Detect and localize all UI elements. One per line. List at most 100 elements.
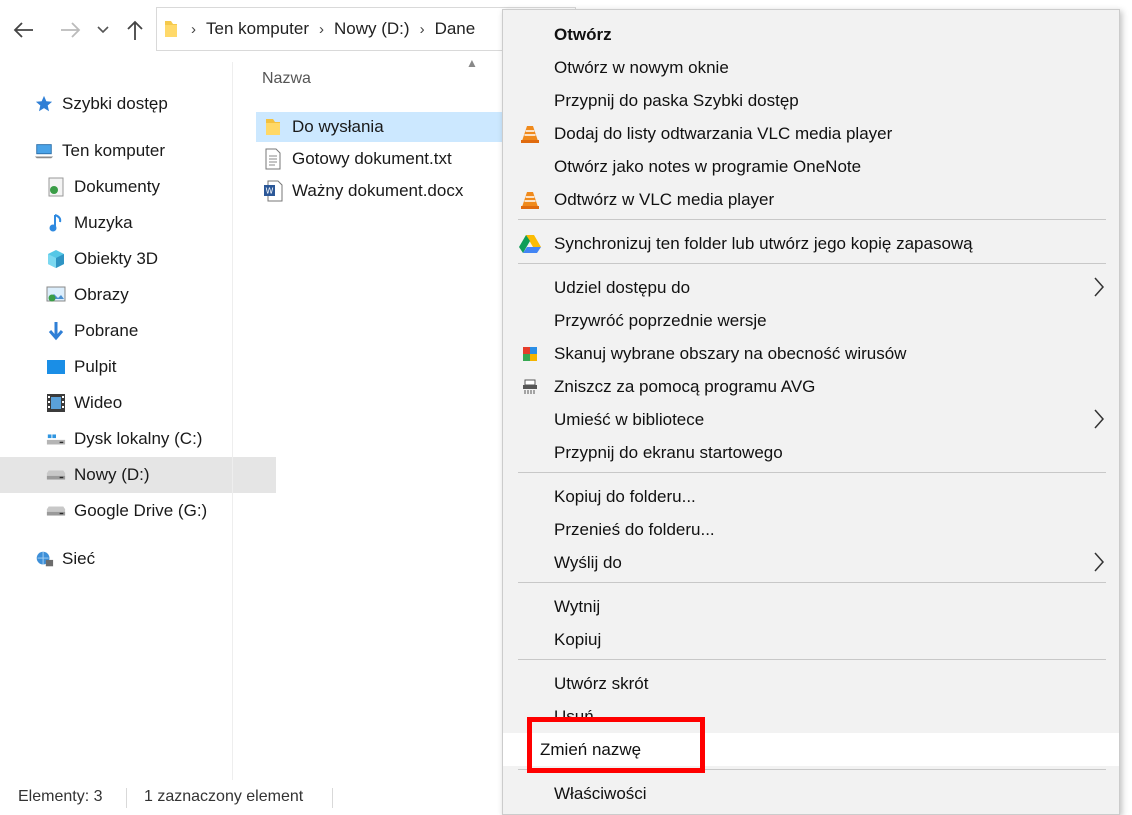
- menu-item-label: Synchronizuj ten folder lub utwórz jego …: [554, 233, 973, 253]
- menu-item-label: Właściwości: [554, 783, 647, 803]
- file-row[interactable]: Do wysłania: [256, 112, 506, 142]
- menu-item-label: Otwórz: [554, 24, 612, 44]
- menu-item-avg-shred[interactable]: Zniszcz za pomocą programu AVG: [503, 370, 1119, 403]
- documents-icon: [46, 177, 66, 197]
- menu-item-send-to[interactable]: Wyślij do: [503, 546, 1119, 579]
- word-file-icon: W: [262, 180, 284, 202]
- menu-item-label: Otwórz jako notes w programie OneNote: [554, 156, 862, 176]
- menu-item-delete[interactable]: Usuń: [503, 700, 1119, 733]
- forward-button[interactable]: [56, 16, 84, 44]
- menu-item-give-access[interactable]: Udziel dostępu do: [503, 271, 1119, 304]
- status-bar: Elementy: 3 1 zaznaczony element: [0, 784, 520, 814]
- nav-item-this-pc[interactable]: Ten komputer: [0, 133, 264, 169]
- star-icon: [34, 94, 54, 114]
- menu-item-label: Kopiuj do folderu...: [554, 486, 696, 506]
- menu-item-label: Kopiuj: [554, 629, 602, 649]
- nav-item-downloads[interactable]: Pobrane: [0, 313, 276, 349]
- google-drive-icon: [519, 233, 541, 255]
- downloads-icon: [46, 321, 66, 341]
- status-separator: [332, 788, 333, 808]
- chevron-right-icon: ›: [191, 20, 196, 38]
- menu-item-create-shortcut[interactable]: Utwórz skrót: [503, 667, 1119, 700]
- menu-item-pin-quick-access[interactable]: Przypnij do paska Szybki dostęp: [503, 84, 1119, 117]
- back-button[interactable]: [10, 16, 38, 44]
- chevron-right-icon: [1093, 551, 1105, 578]
- chevron-right-icon: ›: [319, 20, 324, 38]
- nav-item-label: Szybki dostęp: [62, 94, 168, 113]
- menu-separator: [518, 659, 1106, 660]
- menu-separator: [518, 769, 1106, 770]
- sort-ascending-icon: ▲: [466, 56, 478, 70]
- nav-item-drive-c[interactable]: Dysk lokalny (C:): [0, 421, 276, 457]
- nav-item-network[interactable]: Sieć: [0, 541, 264, 577]
- context-menu: Otwórz Otwórz w nowym oknie Przypnij do …: [502, 9, 1120, 815]
- nav-item-drive-d[interactable]: Nowy (D:): [0, 457, 276, 493]
- file-name: Gotowy dokument.txt: [292, 149, 452, 168]
- nav-item-label: Obiekty 3D: [74, 249, 159, 268]
- menu-item-pin-start[interactable]: Przypnij do ekranu startowego: [503, 436, 1119, 469]
- menu-item-label: Zmień nazwę: [540, 739, 642, 759]
- nav-item-label: Ten komputer: [62, 141, 165, 160]
- file-name: Do wysłania: [292, 117, 384, 136]
- navigation-pane: Szybki dostęp Ten komputer Dokumenty Muz…: [0, 62, 276, 772]
- pane-divider: [232, 62, 233, 780]
- status-separator: [126, 788, 127, 808]
- svg-text:W: W: [266, 187, 274, 196]
- status-items-count: Elementy: 3: [18, 788, 103, 805]
- nav-item-drive-g[interactable]: Google Drive (G:): [0, 493, 276, 529]
- menu-item-vlc-play[interactable]: Odtwórz w VLC media player: [503, 183, 1119, 216]
- nav-item-documents[interactable]: Dokumenty: [0, 169, 276, 205]
- nav-item-video[interactable]: Wideo: [0, 385, 276, 421]
- menu-separator: [518, 472, 1106, 473]
- vlc-icon: [519, 189, 541, 211]
- drive-icon: [46, 501, 66, 521]
- breadcrumb-item[interactable]: Ten komputer: [206, 19, 309, 39]
- drive-icon: [46, 465, 66, 485]
- menu-item-google-drive-sync[interactable]: Synchronizuj ten folder lub utwórz jego …: [503, 227, 1119, 260]
- up-button[interactable]: [121, 16, 149, 44]
- nav-item-pictures[interactable]: Obrazy: [0, 277, 276, 313]
- status-selected-count: 1 zaznaczony element: [144, 788, 304, 805]
- nav-item-desktop[interactable]: Pulpit: [0, 349, 276, 385]
- menu-item-restore-versions[interactable]: Przywróć poprzednie wersje: [503, 304, 1119, 337]
- menu-separator: [518, 263, 1106, 264]
- column-header-name[interactable]: Nazwa: [262, 70, 311, 88]
- nav-item-quick-access[interactable]: Szybki dostęp: [0, 86, 264, 122]
- breadcrumb: › Ten komputer › Nowy (D:) › Dane: [163, 8, 475, 50]
- desktop-icon: [46, 357, 66, 377]
- menu-item-label: Skanuj wybrane obszary na obecność wirus…: [554, 343, 907, 363]
- nav-item-music[interactable]: Muzyka: [0, 205, 276, 241]
- menu-item-label: Zniszcz za pomocą programu AVG: [554, 376, 816, 396]
- menu-item-rename[interactable]: Zmień nazwę: [503, 733, 1119, 766]
- breadcrumb-item[interactable]: Dane: [435, 19, 476, 39]
- menu-item-avg-scan[interactable]: Skanuj wybrane obszary na obecność wirus…: [503, 337, 1119, 370]
- menu-item-open[interactable]: Otwórz: [503, 18, 1119, 51]
- breadcrumb-item[interactable]: Nowy (D:): [334, 19, 410, 39]
- nav-item-label: Sieć: [62, 549, 96, 568]
- nav-item-label: Nowy (D:): [74, 465, 150, 484]
- menu-item-move-to-folder[interactable]: Przenieś do folderu...: [503, 513, 1119, 546]
- file-row[interactable]: Gotowy dokument.txt: [256, 144, 506, 174]
- recent-locations-button[interactable]: [92, 16, 114, 44]
- file-row[interactable]: W Ważny dokument.docx: [256, 176, 506, 206]
- nav-item-3d-objects[interactable]: Obiekty 3D: [0, 241, 276, 277]
- nav-item-label: Muzyka: [74, 213, 133, 232]
- menu-item-cut[interactable]: Wytnij: [503, 590, 1119, 623]
- folder-icon: [163, 19, 179, 39]
- shredder-icon: [519, 376, 541, 398]
- nav-item-label: Wideo: [74, 393, 123, 412]
- menu-item-properties[interactable]: Właściwości: [503, 777, 1119, 810]
- menu-item-copy-to-folder[interactable]: Kopiuj do folderu...: [503, 480, 1119, 513]
- menu-item-label: Przypnij do paska Szybki dostęp: [554, 90, 799, 110]
- chevron-right-icon: [1093, 408, 1105, 435]
- menu-item-copy[interactable]: Kopiuj: [503, 623, 1119, 656]
- menu-item-vlc-add-playlist[interactable]: Dodaj do listy odtwarzania VLC media pla…: [503, 117, 1119, 150]
- music-icon: [46, 213, 66, 233]
- menu-item-onenote[interactable]: Otwórz jako notes w programie OneNote: [503, 150, 1119, 183]
- menu-item-include-library[interactable]: Umieść w bibliotece: [503, 403, 1119, 436]
- nav-item-label: Dysk lokalny (C:): [74, 429, 203, 448]
- nav-item-label: Pulpit: [74, 357, 117, 376]
- chevron-right-icon: ›: [419, 20, 425, 38]
- menu-item-label: Wyślij do: [554, 552, 622, 572]
- menu-item-open-new-window[interactable]: Otwórz w nowym oknie: [503, 51, 1119, 84]
